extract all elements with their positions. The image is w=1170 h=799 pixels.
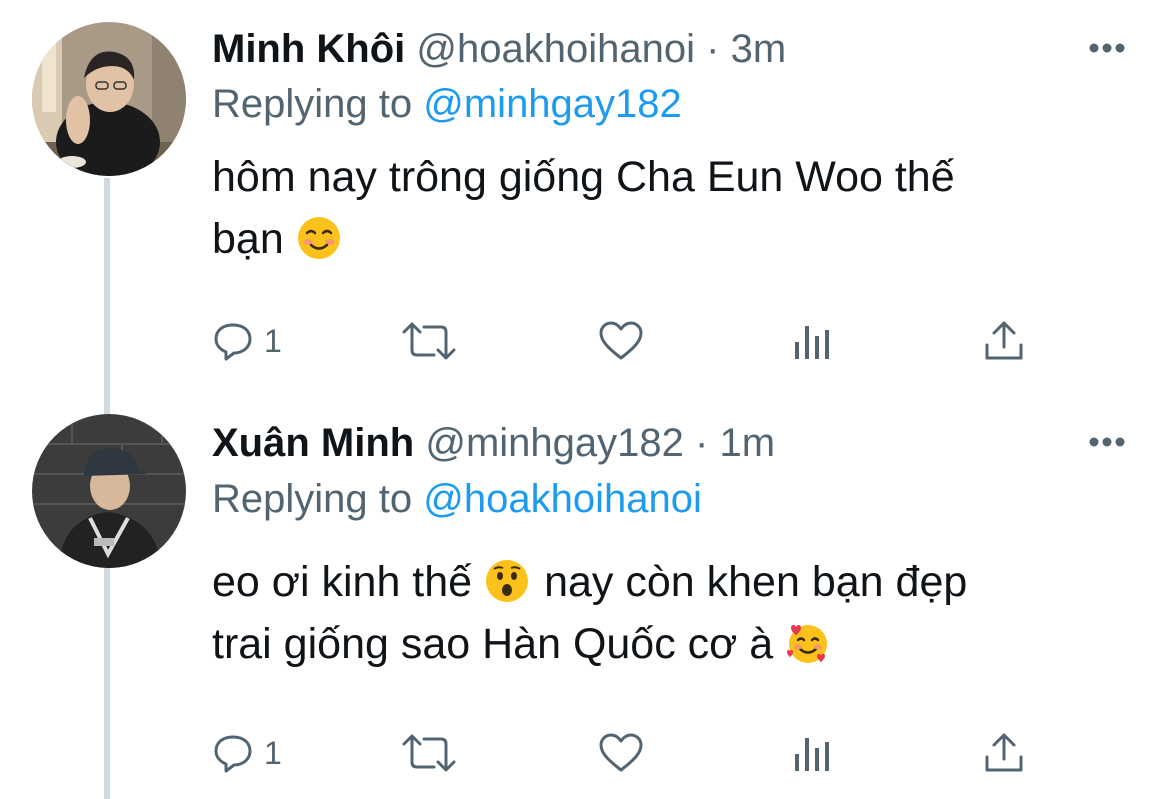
tweet-text-line: trai giống sao Hàn Quốc cơ à: [212, 620, 774, 668]
reply-count: 1: [264, 322, 282, 359]
user-handle[interactable]: @hoakhoihanoi: [416, 27, 695, 71]
tweet-actions: 1: [212, 316, 1032, 366]
retweet-icon: [402, 322, 456, 360]
avatar[interactable]: [32, 414, 186, 568]
tweet-text: eo ơi kinh thế nay còn khen bạn đẹp trai…: [212, 551, 1112, 675]
reply-icon: [214, 323, 252, 361]
user-handle[interactable]: @minhgay182: [425, 421, 684, 465]
heart-icon: [599, 733, 643, 772]
more-options-icon[interactable]: [1088, 42, 1126, 54]
tweet-text-line: hôm nay trông giống Cha Eun Woo thế: [212, 153, 955, 201]
display-name[interactable]: Xuân Minh: [212, 421, 414, 465]
more-options-icon[interactable]: [1088, 436, 1126, 448]
analytics-button[interactable]: [792, 728, 832, 778]
heart-icon: [599, 321, 643, 360]
timestamp[interactable]: 3m: [731, 27, 787, 71]
smiling-face-emoji: [297, 217, 340, 259]
replying-to-label: Replying to: [212, 82, 413, 126]
share-button[interactable]: [982, 728, 1026, 778]
like-button[interactable]: [598, 316, 644, 366]
like-button[interactable]: [598, 728, 644, 778]
tweet-header: Minh Khôi @hoakhoihanoi · 3m: [212, 25, 786, 73]
display-name[interactable]: Minh Khôi: [212, 27, 405, 71]
mention-link[interactable]: @minhgay182: [423, 82, 682, 126]
analytics-icon: [795, 738, 829, 771]
replying-to-line: Replying to @minhgay182: [212, 80, 682, 128]
analytics-icon: [795, 326, 829, 359]
timestamp[interactable]: 1m: [719, 421, 775, 465]
reply-count: 1: [264, 734, 282, 771]
tweet-header: Xuân Minh @minhgay182 · 1m: [212, 419, 775, 467]
hushed-face-emoji: [486, 560, 529, 602]
tweet[interactable]: Minh Khôi @hoakhoihanoi · 3m Replying to…: [0, 0, 1170, 400]
share-icon: [985, 733, 1023, 772]
tweet-text-line: nay còn khen bạn đẹp: [544, 558, 968, 606]
replying-to-line: Replying to @hoakhoihanoi: [212, 475, 702, 523]
tweet-text-line: eo ơi kinh thế: [212, 558, 473, 606]
mention-link[interactable]: @hoakhoihanoi: [423, 477, 702, 521]
separator-dot: ·: [695, 421, 709, 465]
smiling-face-with-hearts-emoji: [787, 625, 828, 663]
tweet-text: hôm nay trông giống Cha Eun Woo thế bạn: [212, 146, 1112, 270]
replying-to-label: Replying to: [212, 477, 413, 521]
tweet[interactable]: Xuân Minh @minhgay182 · 1m Replying to @…: [0, 400, 1170, 799]
share-button[interactable]: [982, 316, 1026, 366]
separator-dot: ·: [706, 27, 720, 71]
analytics-button[interactable]: [792, 316, 832, 366]
share-icon: [985, 321, 1023, 360]
reply-button[interactable]: 1: [212, 728, 282, 778]
avatar[interactable]: [32, 22, 186, 176]
tweet-actions: 1: [212, 728, 1032, 778]
retweet-button[interactable]: [400, 316, 458, 366]
reply-icon: [214, 735, 252, 773]
retweet-icon: [402, 734, 456, 772]
reply-button[interactable]: 1: [212, 316, 282, 366]
retweet-button[interactable]: [400, 728, 458, 778]
tweet-text-line: bạn: [212, 215, 284, 263]
